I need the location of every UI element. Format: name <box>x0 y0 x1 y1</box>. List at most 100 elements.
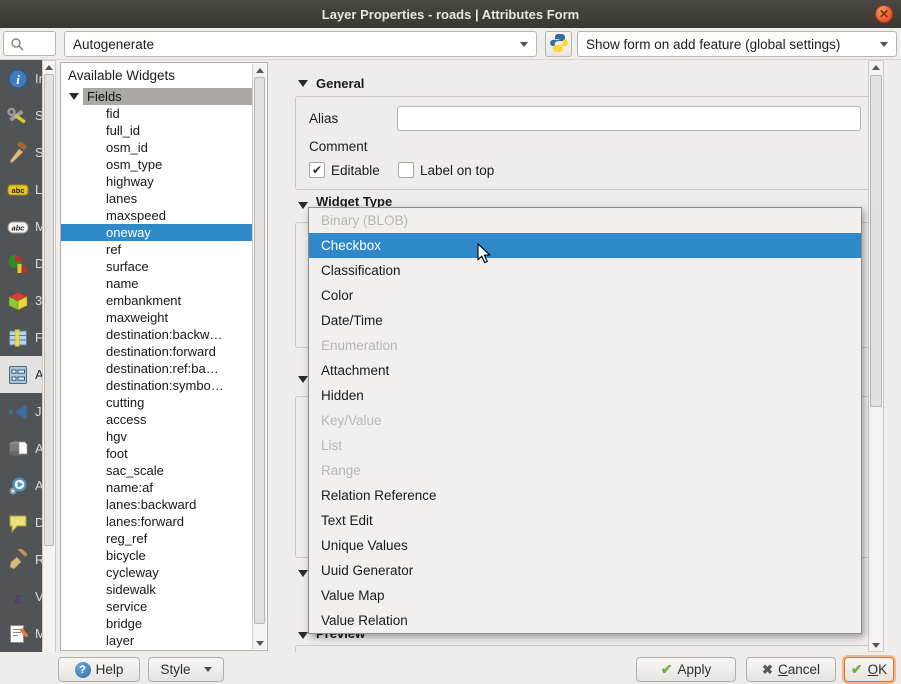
python-init-function-button[interactable] <box>545 31 572 57</box>
field-item[interactable]: embankment <box>61 292 254 309</box>
sidebar-item[interactable]: i Information <box>0 60 42 97</box>
widget-type-option[interactable]: Uuid Generator <box>309 558 861 583</box>
field-item[interactable]: name:af <box>61 479 254 496</box>
help-button[interactable]: ? Help <box>58 657 140 682</box>
field-item[interactable]: lanes:forward <box>61 513 254 530</box>
collapse-arrow-icon[interactable] <box>69 93 79 100</box>
svg-text:ε: ε <box>14 587 22 607</box>
form-scrollbar[interactable] <box>868 60 884 652</box>
field-item[interactable]: name <box>61 275 254 292</box>
field-item[interactable]: surface <box>61 258 254 275</box>
widgets-scrollbar[interactable] <box>252 64 266 649</box>
sidebar-item[interactable]: Joins <box>0 393 42 430</box>
field-item[interactable]: osm_type <box>61 156 254 173</box>
widget-type-option[interactable]: Value Map <box>309 583 861 608</box>
field-properties-panel: General Alias Comment ✔ Editable Label o… <box>268 60 884 652</box>
widget-type-option[interactable]: Binary (BLOB) <box>309 208 861 233</box>
ok-button[interactable]: ✔ OK <box>844 657 894 682</box>
sidebar-item[interactable]: ε Variables <box>0 578 42 615</box>
collapse-arrow-icon[interactable] <box>298 376 308 383</box>
field-item[interactable]: cycleway <box>61 564 254 581</box>
check-icon: ✔ <box>851 661 863 678</box>
field-item[interactable]: layer <box>61 632 254 649</box>
widget-type-option[interactable]: Color <box>309 283 861 308</box>
apply-button[interactable]: ✔ Apply <box>636 657 736 682</box>
widget-type-option[interactable]: Hidden <box>309 383 861 408</box>
field-item[interactable]: oneway <box>61 224 254 241</box>
sidebar-item[interactable]: abc Labels <box>0 171 42 208</box>
scroll-up-icon[interactable] <box>253 64 266 76</box>
sidebar-item[interactable]: Diagrams <box>0 245 42 282</box>
field-item[interactable]: destination:forward <box>61 343 254 360</box>
sidebar-item[interactable]: abc Masks <box>0 208 42 245</box>
field-item[interactable]: lanes <box>61 190 254 207</box>
field-item[interactable]: cutting <box>61 394 254 411</box>
collapse-arrow-icon[interactable] <box>298 80 308 87</box>
widget-type-option[interactable]: Relation Reference <box>309 483 861 508</box>
widget-type-option[interactable]: Key/Value <box>309 408 861 433</box>
sidebar-item[interactable]: Attributes Form <box>0 356 42 393</box>
field-item[interactable]: lanes:backward <box>61 496 254 513</box>
scroll-up-icon[interactable] <box>43 61 55 73</box>
cancel-button[interactable]: ✖ Cancel <box>746 657 836 682</box>
field-item[interactable]: destination:backw… <box>61 326 254 343</box>
widget-type-option[interactable]: Value Relation <box>309 608 861 633</box>
field-item[interactable]: maxspeed <box>61 207 254 224</box>
widget-type-option[interactable]: Range <box>309 458 861 483</box>
field-item[interactable]: bridge <box>61 615 254 632</box>
collapse-arrow-icon[interactable] <box>298 632 308 639</box>
field-item[interactable]: fid <box>61 105 254 122</box>
search-input[interactable] <box>3 31 56 56</box>
sidebar-item[interactable]: Display <box>0 504 42 541</box>
field-item[interactable]: ref <box>61 241 254 258</box>
titlebar[interactable]: Layer Properties - roads | Attributes Fo… <box>0 0 901 28</box>
editable-checkbox[interactable]: ✔ <box>309 162 325 178</box>
show-form-setting-combobox[interactable]: Show form on add feature (global setting… <box>577 31 897 57</box>
field-item[interactable]: maxweight <box>61 309 254 326</box>
sidebar-item[interactable]: Fields <box>0 319 42 356</box>
collapse-arrow-icon[interactable] <box>298 202 308 209</box>
fields-group-row[interactable]: Fields <box>61 88 267 105</box>
sidebar-item[interactable]: 3D View <box>0 282 42 319</box>
collapse-arrow-icon[interactable] <box>298 570 308 577</box>
field-item[interactable]: access <box>61 411 254 428</box>
field-item[interactable]: full_id <box>61 122 254 139</box>
field-item[interactable]: destination:symbo… <box>61 377 254 394</box>
widget-type-option[interactable]: Text Edit <box>309 508 861 533</box>
field-item[interactable]: sidewalk <box>61 581 254 598</box>
sidebar-item[interactable]: Auxiliary Storage <box>0 430 42 467</box>
field-item[interactable]: bicycle <box>61 547 254 564</box>
field-item[interactable]: highway <box>61 173 254 190</box>
alias-field[interactable] <box>397 106 861 131</box>
widget-type-option[interactable]: Enumeration <box>309 333 861 358</box>
label-on-top-label: Label on top <box>420 163 494 178</box>
scroll-down-icon[interactable] <box>869 639 883 651</box>
field-item[interactable]: foot <box>61 445 254 462</box>
widget-type-option[interactable]: Classification <box>309 258 861 283</box>
field-item[interactable]: service <box>61 598 254 615</box>
scroll-up-icon[interactable] <box>869 61 883 73</box>
sidebar-item[interactable]: Symbology <box>0 134 42 171</box>
widget-type-option[interactable]: Attachment <box>309 358 861 383</box>
style-menu-button[interactable]: Style <box>148 657 224 682</box>
widget-type-option[interactable]: Checkbox <box>309 233 861 258</box>
chevron-down-icon <box>880 42 888 47</box>
field-item[interactable]: hgv <box>61 428 254 445</box>
widget-type-option[interactable]: Date/Time <box>309 308 861 333</box>
scroll-down-icon[interactable] <box>253 637 266 649</box>
field-item[interactable]: osm_id <box>61 139 254 156</box>
field-item[interactable]: sac_scale <box>61 462 254 479</box>
sidebar-scrollbar[interactable] <box>42 60 56 661</box>
close-button[interactable]: ✕ <box>875 5 893 23</box>
sidebar-item[interactable]: Metadata <box>0 615 42 652</box>
form-layout-combobox[interactable]: Autogenerate <box>64 31 537 57</box>
field-item[interactable]: reg_ref <box>61 530 254 547</box>
attributes-form-icon <box>5 363 31 387</box>
label-on-top-checkbox[interactable] <box>398 162 414 178</box>
sidebar-item[interactable]: Rendering <box>0 541 42 578</box>
field-item[interactable]: destination:ref:ba… <box>61 360 254 377</box>
sidebar-item[interactable]: Actions <box>0 467 42 504</box>
sidebar-item[interactable]: Source <box>0 97 42 134</box>
widget-type-option[interactable]: Unique Values <box>309 533 861 558</box>
widget-type-option[interactable]: List <box>309 433 861 458</box>
